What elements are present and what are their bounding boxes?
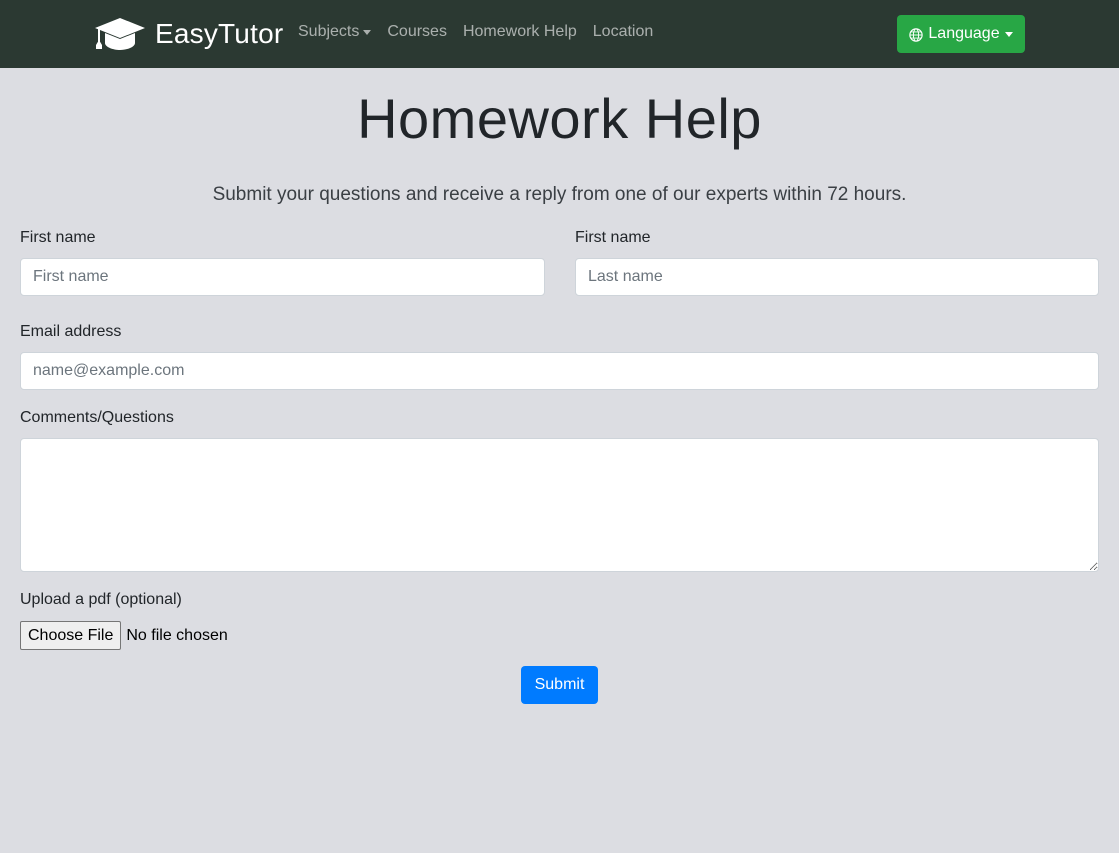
globe-icon: [909, 27, 924, 42]
nav-link-subjects[interactable]: Subjects: [298, 23, 372, 41]
nav-link-homework-help[interactable]: Homework Help: [463, 23, 577, 41]
first-name-input[interactable]: [20, 258, 545, 296]
comments-label: Comments/Questions: [20, 409, 174, 426]
page-title: Homework Help: [357, 87, 762, 150]
file-status-text: No file chosen: [126, 626, 228, 644]
email-input[interactable]: [20, 352, 1099, 390]
email-label: Email address: [20, 323, 122, 340]
last-name-input[interactable]: [575, 258, 1099, 296]
nav-link-label: Courses: [387, 23, 447, 40]
nav-link-label: Subjects: [298, 23, 360, 40]
language-button-label: Language: [928, 25, 1000, 42]
caret-down-icon: [363, 30, 372, 35]
brand-link[interactable]: EasyTutor: [94, 14, 283, 54]
brand-name: EasyTutor: [155, 18, 284, 49]
comments-textarea[interactable]: [20, 438, 1099, 572]
first-name-label: First name: [20, 229, 96, 246]
page-lead: Submit your questions and receive a repl…: [212, 184, 907, 205]
navbar: EasyTutor Subjects Courses Homework Help…: [0, 0, 1119, 68]
last-name-label: First name: [575, 229, 651, 246]
nav-link-courses[interactable]: Courses: [387, 23, 447, 41]
language-dropdown-button[interactable]: Language: [897, 15, 1025, 53]
choose-file-button[interactable]: Choose File: [20, 621, 122, 650]
submit-button[interactable]: Submit: [521, 666, 598, 704]
graduation-cap-icon: [95, 18, 145, 50]
file-upload-input[interactable]: Choose File No file chosen: [20, 621, 228, 650]
nav-menu: Subjects Courses Homework Help Location: [298, 23, 669, 41]
nav-link-label: Location: [592, 23, 654, 40]
caret-down-icon: [1004, 32, 1013, 37]
upload-label: Upload a pdf (optional): [20, 591, 182, 608]
nav-link-location[interactable]: Location: [593, 23, 654, 41]
nav-link-label: Homework Help: [462, 23, 577, 40]
